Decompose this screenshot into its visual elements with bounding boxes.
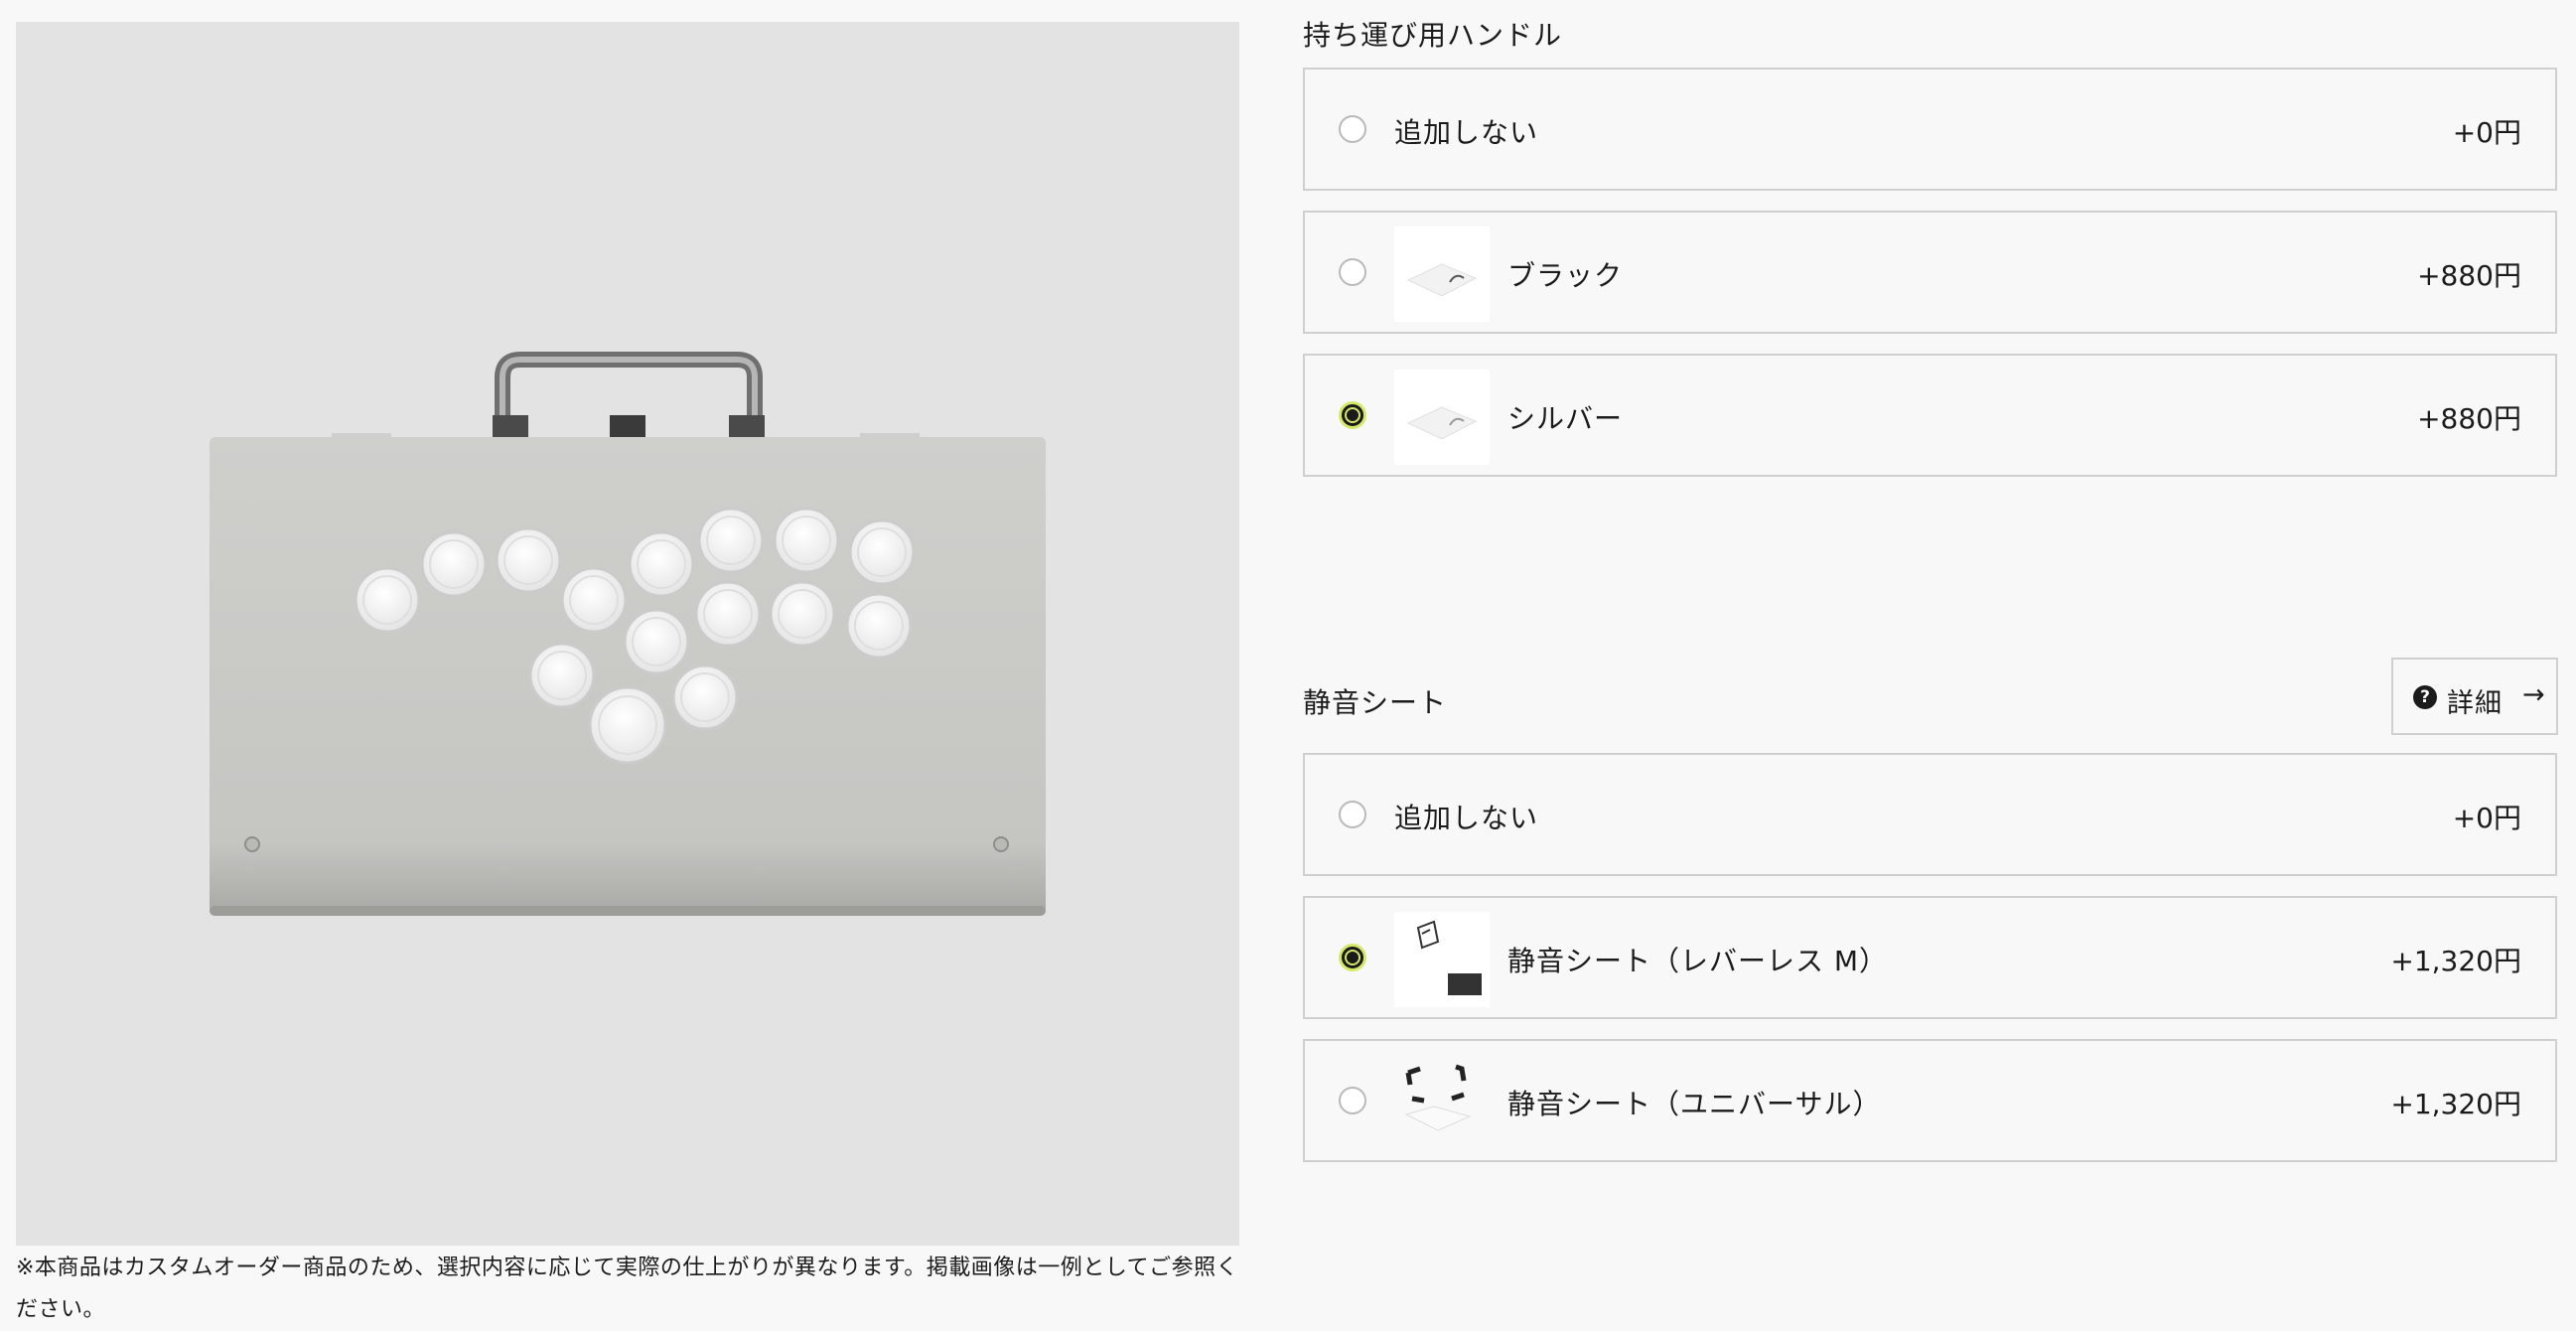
option-price: +880円 bbox=[2417, 402, 2521, 435]
silent-sheet-thumbnail-icon bbox=[1404, 1064, 1472, 1131]
handle-option-silver[interactable]: シルバー +880円 bbox=[1303, 354, 2557, 477]
radio-button[interactable] bbox=[1339, 258, 1366, 286]
silent-sheet-option-universal[interactable]: 静音シート（ユニバーサル） +1,320円 bbox=[1303, 1039, 2557, 1162]
option-label: 追加しない bbox=[1394, 802, 1539, 834]
handle-thumbnail-icon bbox=[1406, 406, 1478, 440]
question-circle-icon: ? bbox=[2413, 685, 2437, 709]
option-price: +0円 bbox=[2452, 802, 2521, 834]
handle-black-thumbnail bbox=[1394, 226, 1490, 322]
detail-button-label: 詳細 bbox=[2447, 688, 2503, 719]
detail-button[interactable]: ? 詳細 → bbox=[2391, 658, 2558, 735]
option-price: +1,320円 bbox=[2390, 1088, 2521, 1120]
option-price: +0円 bbox=[2452, 116, 2521, 149]
custom-order-disclaimer: ※本商品はカスタムオーダー商品のため、選択内容に応じて実際の仕上がりが異なります… bbox=[16, 1256, 1239, 1322]
option-label: 静音シート（ユニバーサル） bbox=[1507, 1088, 1882, 1120]
handle-option-none[interactable]: 追加しない +0円 bbox=[1303, 68, 2557, 191]
silent-sheet-thumbnail-icon bbox=[1416, 920, 1482, 995]
arcade-controller-illustration bbox=[210, 352, 1046, 916]
option-label: 静音シート（レバーレス M） bbox=[1507, 945, 1889, 977]
handle-section-title: 持ち運び用ハンドル bbox=[1303, 19, 1563, 52]
handle-silver-thumbnail bbox=[1394, 370, 1490, 465]
arrow-right-icon: → bbox=[2522, 679, 2545, 710]
silent-sheet-universal-thumbnail bbox=[1394, 1055, 1490, 1150]
radio-button[interactable] bbox=[1339, 1087, 1366, 1114]
product-image bbox=[16, 22, 1239, 1246]
radio-button[interactable] bbox=[1339, 801, 1366, 828]
option-label: ブラック bbox=[1507, 259, 1624, 292]
radio-button[interactable] bbox=[1339, 115, 1366, 143]
silent-sheet-leverless-thumbnail bbox=[1394, 912, 1490, 1007]
radio-button-selected[interactable] bbox=[1339, 944, 1366, 971]
silent-sheet-option-leverless-m[interactable]: 静音シート（レバーレス M） +1,320円 bbox=[1303, 896, 2557, 1019]
handle-option-black[interactable]: ブラック +880円 bbox=[1303, 211, 2557, 334]
option-price: +880円 bbox=[2417, 259, 2521, 292]
silent-sheet-section-title: 静音シート bbox=[1303, 686, 1448, 719]
silent-sheet-option-none[interactable]: 追加しない +0円 bbox=[1303, 753, 2557, 876]
option-label: 追加しない bbox=[1394, 116, 1539, 149]
radio-button-selected[interactable] bbox=[1339, 401, 1366, 429]
option-label: シルバー bbox=[1507, 402, 1624, 435]
option-price: +1,320円 bbox=[2390, 945, 2521, 977]
handle-thumbnail-icon bbox=[1406, 263, 1478, 297]
